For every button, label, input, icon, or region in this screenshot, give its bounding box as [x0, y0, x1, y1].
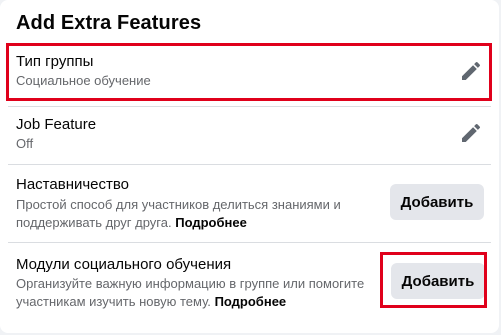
description-line: Организуйте важную информацию в группе и…	[16, 276, 365, 291]
learn-more-link[interactable]: Подробнее	[175, 215, 247, 230]
edit-group-type-button[interactable]	[457, 57, 485, 85]
add-extra-features-card: Add Extra Features Тип группы Социальное…	[0, 0, 499, 333]
feature-title: Job Feature	[16, 116, 97, 133]
description-line-2: участникам изучить новую тему. Подробнее	[16, 293, 376, 311]
feature-row-group-type[interactable]: Тип группы Социальное обучение	[0, 44, 499, 102]
description-text: поддерживать друг друга.	[16, 215, 172, 230]
panel-title: Add Extra Features	[16, 12, 202, 34]
pencil-icon	[462, 61, 481, 80]
feature-description: Простой способ для участников делиться з…	[16, 196, 366, 232]
add-social-learning-button[interactable]: Добавить	[391, 263, 485, 299]
feature-title: Наставничество	[16, 176, 130, 193]
feature-subtitle: Социальное обучение	[16, 73, 151, 88]
feature-row-social-learning-units: Модули социального обучения Организуйте …	[0, 242, 499, 322]
description-line-2: поддерживать друг друга. Подробнее	[16, 214, 366, 232]
pencil-icon	[462, 123, 481, 142]
description-text: участникам изучить новую тему.	[16, 294, 211, 309]
edit-job-feature-button[interactable]	[457, 119, 485, 147]
feature-subtitle: Off	[16, 136, 34, 151]
feature-description: Организуйте важную информацию в группе и…	[16, 275, 376, 311]
description-line: Простой способ для участников делиться з…	[16, 197, 341, 212]
feature-row-mentorship: Наставничество Простой способ для участн…	[0, 164, 499, 242]
feature-title: Тип группы	[16, 53, 94, 70]
feature-title: Модули социального обучения	[16, 256, 232, 273]
feature-row-job[interactable]: Job Feature Off	[0, 106, 499, 164]
learn-more-link[interactable]: Подробнее	[215, 294, 287, 309]
add-mentorship-button[interactable]: Добавить	[390, 184, 484, 220]
